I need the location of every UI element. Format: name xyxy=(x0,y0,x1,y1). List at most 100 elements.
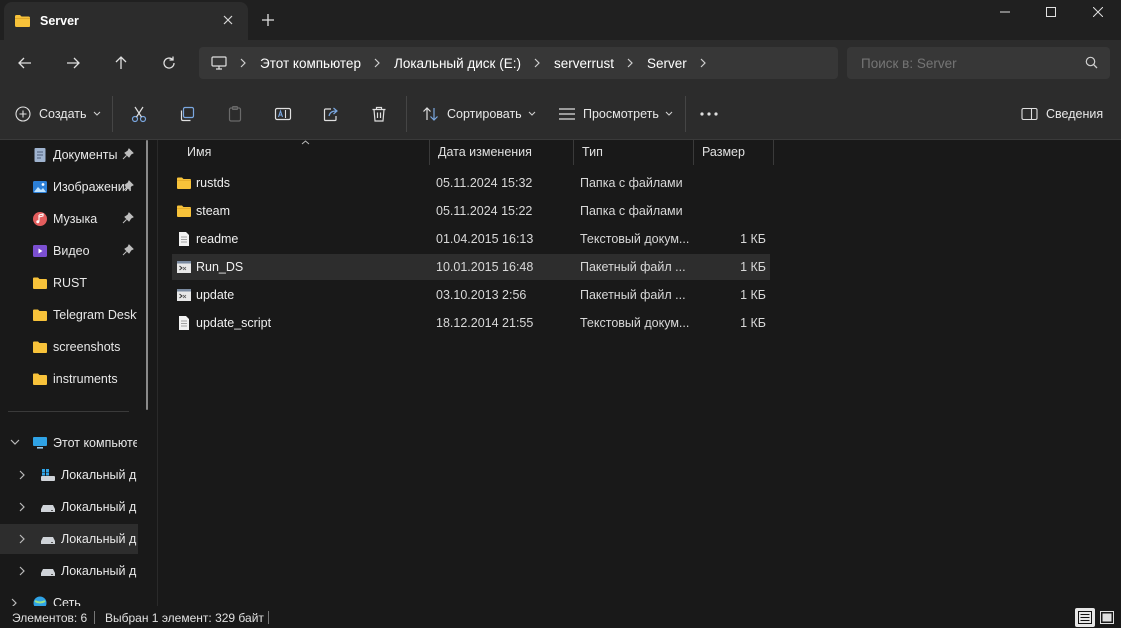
breadcrumb-server[interactable]: Server xyxy=(647,56,687,71)
folder-icon xyxy=(15,15,30,27)
details-label: Сведения xyxy=(1046,107,1104,121)
toolbar-divider xyxy=(112,96,113,132)
chevron-down-icon xyxy=(528,111,536,116)
toolbar-divider xyxy=(406,96,407,132)
close-tab-button[interactable] xyxy=(220,13,236,29)
text-file-icon xyxy=(179,232,189,246)
pictures-icon xyxy=(33,181,47,193)
details-pane-icon xyxy=(1021,107,1038,121)
forward-button[interactable] xyxy=(59,50,87,76)
sort-button[interactable]: Сортировать xyxy=(422,100,536,128)
maximize-button[interactable] xyxy=(1028,0,1074,24)
sidebar-item-drive-4[interactable]: Локальный диск xyxy=(0,556,138,586)
chevron-right-icon xyxy=(240,58,247,68)
paste-button[interactable] xyxy=(226,100,244,128)
title-bar: Server xyxy=(0,0,1121,40)
view-label: Просмотреть xyxy=(583,107,659,121)
chevron-down-icon xyxy=(665,111,673,116)
sidebar-item-instruments[interactable]: instruments xyxy=(0,364,138,394)
folder-icon xyxy=(33,277,47,289)
plus-circle-icon xyxy=(15,106,31,122)
arrow-up-icon xyxy=(115,56,127,69)
copy-button[interactable] xyxy=(178,100,196,128)
rename-icon xyxy=(274,107,292,121)
more-icon xyxy=(700,112,718,116)
chevron-right-icon[interactable] xyxy=(700,58,707,68)
sidebar-item-pictures[interactable]: Изображения xyxy=(0,172,138,202)
details-pane-button[interactable]: Сведения xyxy=(1021,100,1103,128)
command-bar: Создать Сортировать Просмотреть Сведения xyxy=(0,86,1121,140)
pin-icon xyxy=(122,244,134,256)
cut-button[interactable] xyxy=(130,100,148,128)
breadcrumb-drive-e[interactable]: Локальный диск (E:) xyxy=(394,56,521,71)
file-date: 18.12.2014 21:55 xyxy=(436,316,534,330)
chevron-right-icon xyxy=(19,470,25,480)
breadcrumb-this-pc[interactable]: Этот компьютер xyxy=(260,56,361,71)
file-date: 01.04.2015 16:13 xyxy=(436,232,534,246)
file-name: update xyxy=(196,288,235,302)
sidebar-item-label: Сеть xyxy=(53,596,81,606)
sidebar-item-documents[interactable]: Документы xyxy=(0,140,138,170)
close-window-button[interactable] xyxy=(1075,0,1121,24)
breadcrumb-serverrust[interactable]: serverrust xyxy=(554,56,614,71)
file-row-run-ds[interactable]: Run_DS 10.01.2015 16:48 Пакетный файл ..… xyxy=(172,254,770,280)
tiles-view-icon xyxy=(1100,611,1114,624)
column-header-date[interactable]: Дата изменения xyxy=(430,140,574,165)
trash-icon xyxy=(372,106,386,122)
sidebar-item-this-pc[interactable]: Этот компьютер xyxy=(0,428,138,458)
sidebar-item-drive-e[interactable]: Локальный диск xyxy=(0,524,138,554)
view-list-icon xyxy=(559,108,575,120)
delete-button[interactable] xyxy=(370,100,388,128)
file-name: Run_DS xyxy=(196,260,244,274)
sidebar-item-rust[interactable]: RUST xyxy=(0,268,138,298)
toolbar-divider xyxy=(685,96,686,132)
view-button[interactable]: Просмотреть xyxy=(558,100,673,128)
sidebar-item-screenshots[interactable]: screenshots xyxy=(0,332,138,362)
refresh-icon xyxy=(163,56,175,69)
text-file-icon xyxy=(179,316,189,330)
share-button[interactable] xyxy=(322,100,340,128)
scissors-icon xyxy=(131,106,147,123)
file-row-rustds[interactable]: rustds 05.11.2024 15:32 Папка с файлами xyxy=(172,170,770,196)
sidebar-item-label: Локальный диск xyxy=(61,564,137,578)
file-name: rustds xyxy=(196,176,231,190)
search-input[interactable] xyxy=(861,55,1071,71)
refresh-button[interactable] xyxy=(155,50,183,76)
network-icon xyxy=(33,596,47,606)
tiles-view-button[interactable] xyxy=(1097,608,1117,627)
sidebar-item-drive-1[interactable]: Локальный диск xyxy=(0,460,138,490)
chevron-right-icon xyxy=(19,502,25,512)
more-options-button[interactable] xyxy=(700,100,718,128)
minimize-button[interactable] xyxy=(982,0,1028,24)
sidebar-item-network[interactable]: Сеть xyxy=(0,588,138,606)
create-button[interactable]: Создать xyxy=(15,100,101,128)
column-header-type[interactable]: Тип xyxy=(574,140,694,165)
share-icon xyxy=(323,107,338,122)
pin-icon xyxy=(122,180,134,192)
file-row-update[interactable]: update 03.10.2013 2:56 Пакетный файл ...… xyxy=(172,282,770,308)
sort-label: Сортировать xyxy=(447,107,522,121)
sidebar-item-videos[interactable]: Видео xyxy=(0,236,138,266)
file-date: 05.11.2024 15:32 xyxy=(436,176,533,190)
column-header-size[interactable]: Размер xyxy=(694,140,774,165)
rename-button[interactable] xyxy=(274,100,292,128)
file-row-readme[interactable]: readme 01.04.2015 16:13 Текстовый докум.… xyxy=(172,226,770,252)
details-view-icon xyxy=(1078,611,1092,624)
column-header-name[interactable]: Имя xyxy=(179,140,430,165)
up-button[interactable] xyxy=(107,50,135,76)
file-row-update-script[interactable]: update_script 18.12.2014 21:55 Текстовый… xyxy=(172,310,770,336)
file-row-steam[interactable]: steam 05.11.2024 15:22 Папка с файлами xyxy=(172,198,770,224)
address-bar[interactable]: Этот компьютер Локальный диск (E:) serve… xyxy=(199,47,838,79)
back-button[interactable] xyxy=(11,50,39,76)
search-box[interactable] xyxy=(847,47,1110,79)
sidebar-item-drive-2[interactable]: Локальный диск xyxy=(0,492,138,522)
new-tab-button[interactable] xyxy=(258,10,278,30)
sidebar-scrollbar[interactable] xyxy=(146,140,148,410)
details-view-button[interactable] xyxy=(1075,608,1095,627)
file-type: Папка с файлами xyxy=(580,204,683,218)
sidebar-item-music[interactable]: Музыка xyxy=(0,204,138,234)
tab-server[interactable]: Server xyxy=(4,2,248,40)
computer-icon xyxy=(211,56,227,70)
file-size: 1 КБ xyxy=(740,260,766,274)
sidebar-item-telegram-desktop[interactable]: Telegram Desktop xyxy=(0,300,138,330)
